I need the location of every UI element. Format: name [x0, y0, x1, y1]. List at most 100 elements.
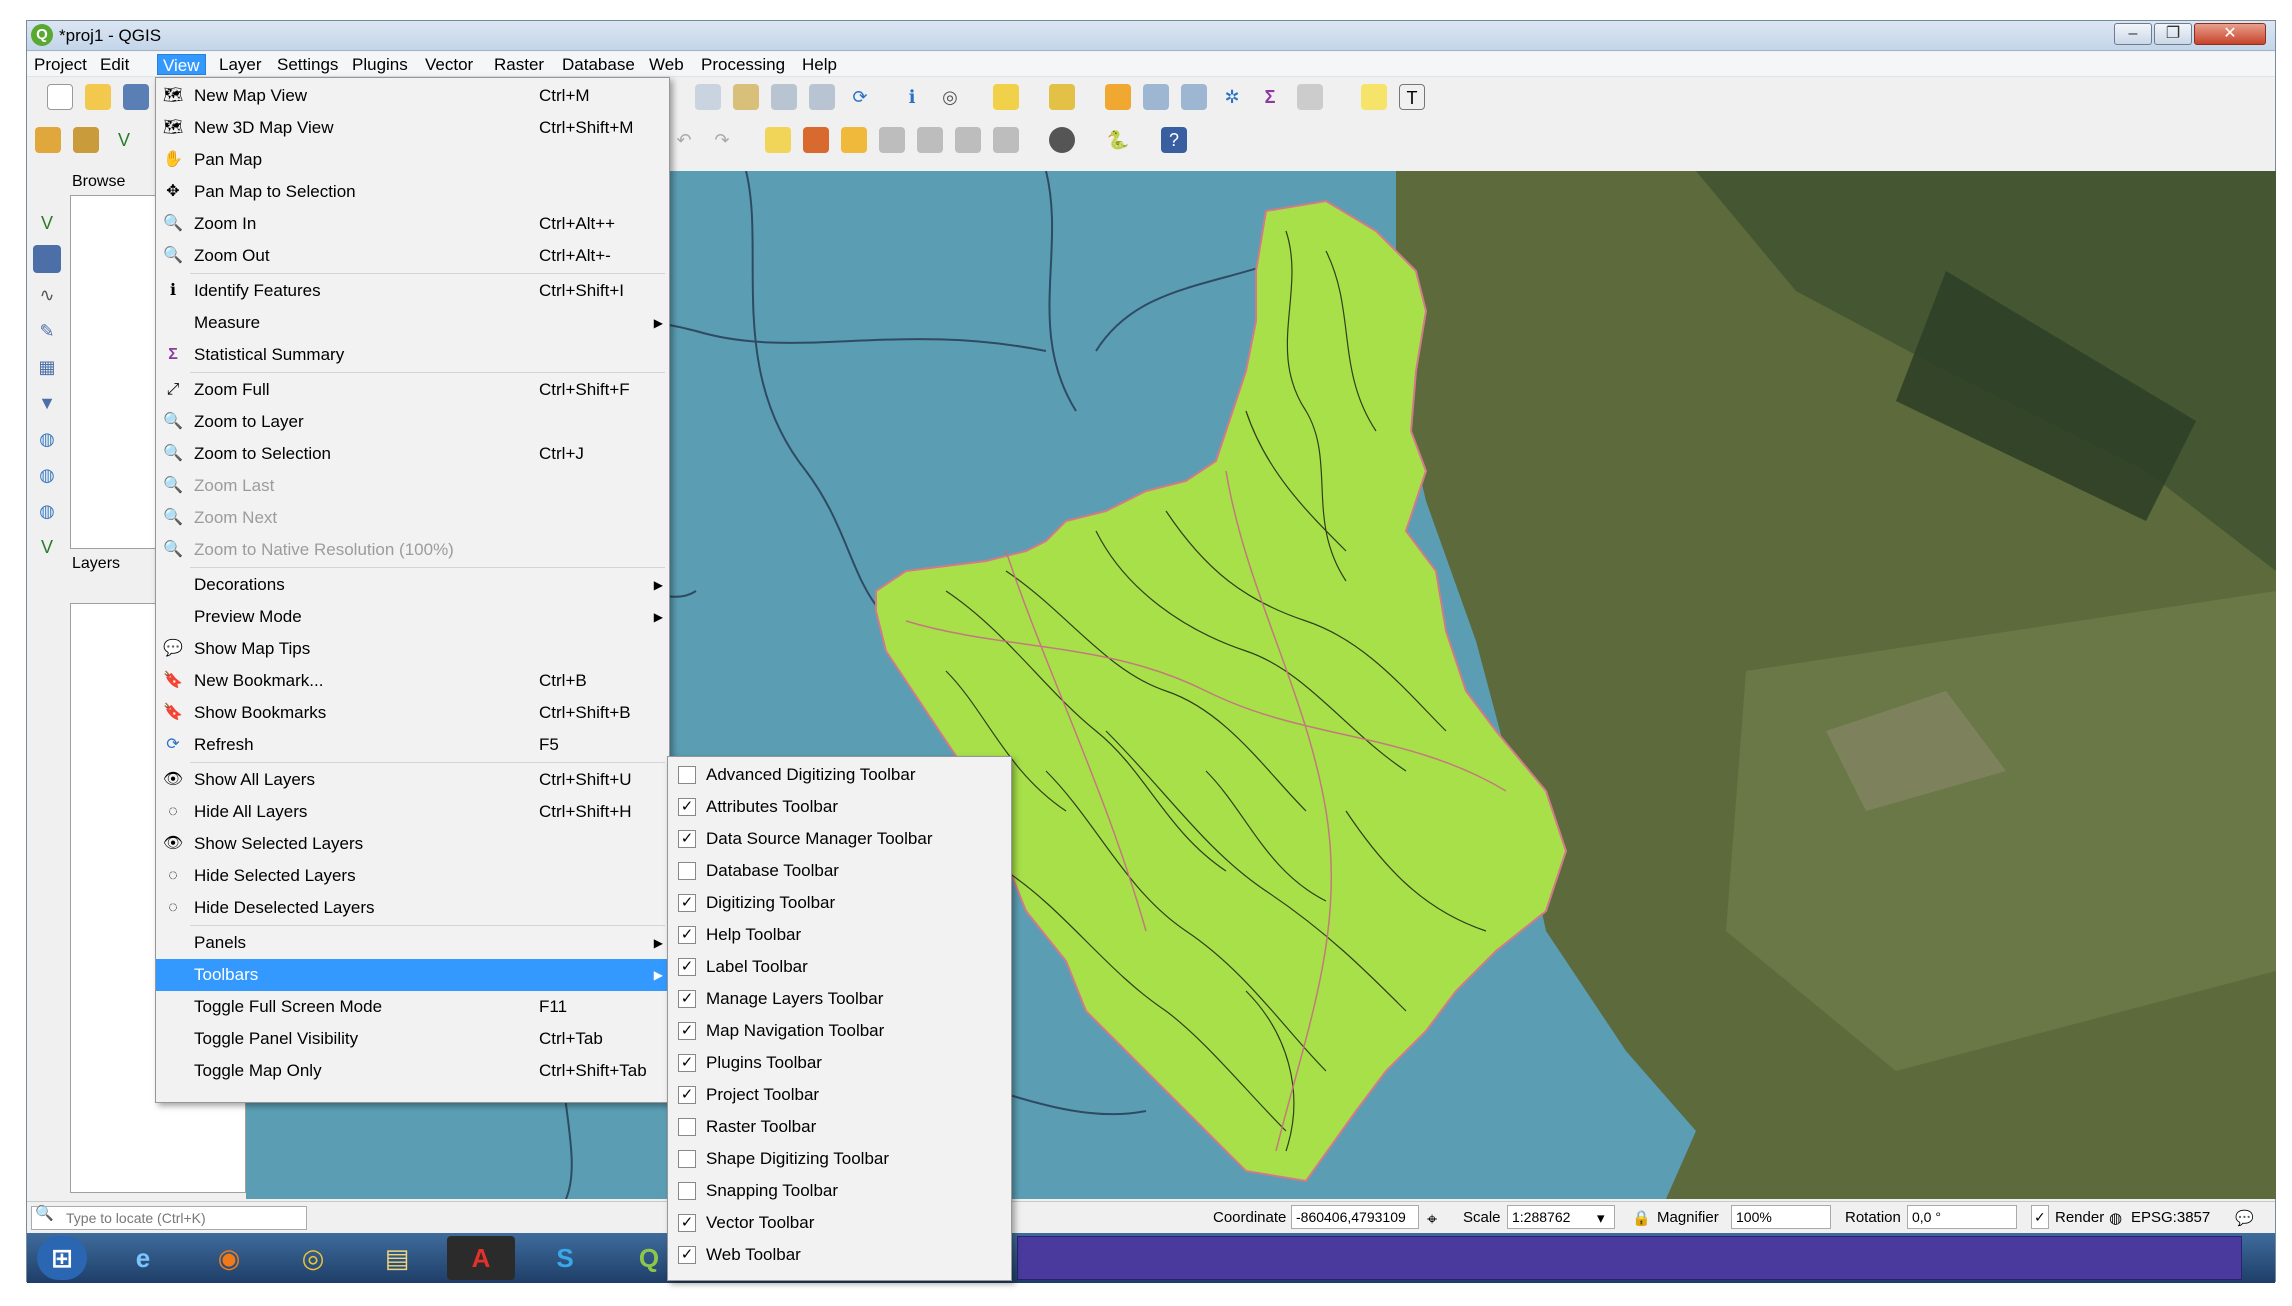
checkbox[interactable]: ✓ — [678, 958, 696, 976]
chrome-icon[interactable]: ◎ — [279, 1236, 347, 1280]
add-spatialite-icon[interactable]: ▦ — [33, 353, 61, 381]
menu-item-zoom-out[interactable]: 🔍 Zoom Out Ctrl+Alt+- — [156, 240, 669, 272]
checkbox[interactable]: ✓ — [678, 990, 696, 1008]
menu-vector[interactable]: Vector — [420, 54, 478, 75]
locate-input[interactable]: Type to locate (Ctrl+K) — [31, 1206, 307, 1230]
python-icon[interactable]: 🐍 — [1105, 127, 1131, 153]
menu-item-zoom-to-layer[interactable]: 🔍 Zoom to Layer — [156, 406, 669, 438]
menu-item-pan-map[interactable]: ✋ Pan Map — [156, 144, 669, 176]
new-project-icon[interactable] — [47, 84, 73, 110]
menu-item-toggle-map-only[interactable]: Toggle Map Only Ctrl+Shift+Tab — [156, 1055, 669, 1087]
menu-item-new-map-view[interactable]: 🗺 New Map View Ctrl+M — [156, 80, 669, 112]
coordinate-field[interactable]: -860406,4793109 — [1291, 1205, 1419, 1229]
menu-item-show-all-layers[interactable]: 👁 Show All Layers Ctrl+Shift+U — [156, 764, 669, 796]
menu-item-toggle-panel-visibility[interactable]: Toggle Panel Visibility Ctrl+Tab — [156, 1023, 669, 1055]
add-vector-layer-icon[interactable]: V — [33, 209, 61, 237]
menu-project[interactable]: Project — [29, 54, 92, 75]
menu-item-zoom-in[interactable]: 🔍 Zoom In Ctrl+Alt++ — [156, 208, 669, 240]
redo-icon[interactable]: ↷ — [709, 127, 735, 153]
maximize-button[interactable]: ❐ — [2154, 23, 2192, 45]
coordinate-toggle-icon[interactable]: ⌖ — [1427, 1209, 1437, 1230]
toolbar-toggle-label[interactable]: ✓ Label Toolbar — [668, 951, 1011, 983]
crs-label[interactable]: EPSG:3857 — [2131, 1209, 2210, 1226]
menu-item-toggle-full-screen[interactable]: Toggle Full Screen Mode F11 — [156, 991, 669, 1023]
map-tips-toolbar-icon[interactable] — [1361, 84, 1387, 110]
checkbox[interactable]: ✓ — [678, 926, 696, 944]
magnifier-spinbox[interactable]: 100% — [1731, 1205, 1831, 1229]
highlight-label-icon[interactable] — [841, 127, 867, 153]
toolbox-icon[interactable] — [1181, 84, 1207, 110]
minimize-button[interactable]: ‒ — [2114, 23, 2152, 45]
menu-item-statistical-summary[interactable]: Σ Statistical Summary — [156, 339, 669, 371]
menu-view[interactable]: View — [157, 54, 206, 75]
add-delimited-text-icon[interactable]: ✎ — [33, 317, 61, 345]
menu-item-new-bookmark[interactable]: 🔖 New Bookmark... Ctrl+B — [156, 665, 669, 697]
menu-item-hide-all-layers[interactable]: ◌ Hide All Layers Ctrl+Shift+H — [156, 796, 669, 828]
deselect-icon[interactable] — [1049, 84, 1075, 110]
data-source-manager-icon[interactable] — [35, 127, 61, 153]
menu-item-show-bookmarks[interactable]: 🔖 Show Bookmarks Ctrl+Shift+B — [156, 697, 669, 729]
checkbox[interactable] — [678, 1150, 696, 1168]
show-label-icon[interactable] — [917, 127, 943, 153]
checkbox[interactable]: ✓ — [678, 1022, 696, 1040]
toolbar-toggle-plugins[interactable]: ✓ Plugins Toolbar — [668, 1047, 1011, 1079]
menu-item-measure[interactable]: Measure ▶ — [156, 307, 669, 339]
toolbar-toggle-vector[interactable]: ✓ Vector Toolbar — [668, 1207, 1011, 1239]
checkbox[interactable] — [678, 1118, 696, 1136]
menu-item-new-3d-map-view[interactable]: 🗺 New 3D Map View Ctrl+Shift+M — [156, 112, 669, 144]
menu-item-refresh[interactable]: ⟳ Refresh F5 — [156, 729, 669, 761]
add-postgis-icon[interactable]: ▼ — [33, 389, 61, 417]
crs-globe-icon[interactable]: ◍ — [2109, 1209, 2122, 1227]
menu-settings[interactable]: Settings — [272, 54, 343, 75]
zoom-last-toolbar-icon[interactable] — [771, 84, 797, 110]
chevron-down-icon[interactable]: ▾ — [1597, 1209, 1605, 1227]
toolbar-toggle-help[interactable]: ✓ Help Toolbar — [668, 919, 1011, 951]
refresh-toolbar-icon[interactable]: ⟳ — [847, 84, 873, 110]
toolbar-toggle-database[interactable]: Database Toolbar — [668, 855, 1011, 887]
gear-icon[interactable]: ✲ — [1219, 84, 1245, 110]
menu-item-show-selected-layers[interactable]: 👁 Show Selected Layers — [156, 828, 669, 860]
toolbar-toggle-snapping[interactable]: Snapping Toolbar — [668, 1175, 1011, 1207]
field-calculator-icon[interactable] — [1143, 84, 1169, 110]
menu-item-identify-features[interactable]: ℹ Identify Features Ctrl+Shift+I — [156, 275, 669, 307]
toolbar-toggle-data-source-manager[interactable]: ✓ Data Source Manager Toolbar — [668, 823, 1011, 855]
toolbar-toggle-project[interactable]: ✓ Project Toolbar — [668, 1079, 1011, 1111]
menu-web[interactable]: Web — [644, 54, 689, 75]
move-label-icon[interactable] — [955, 127, 981, 153]
checkbox[interactable]: ✓ — [678, 894, 696, 912]
toolbar-toggle-advanced-digitizing[interactable]: Advanced Digitizing Toolbar — [668, 759, 1011, 791]
start-button-icon[interactable]: ⊞ — [37, 1236, 87, 1280]
menu-item-preview-mode[interactable]: Preview Mode ▶ — [156, 601, 669, 633]
sigma-toolbar-icon[interactable]: Σ — [1257, 84, 1283, 110]
add-virtual-layer-icon[interactable]: V — [33, 533, 61, 561]
pin-label-icon[interactable] — [879, 127, 905, 153]
menu-plugins[interactable]: Plugins — [347, 54, 413, 75]
add-vector-icon[interactable] — [73, 127, 99, 153]
save-project-icon[interactable] — [123, 84, 149, 110]
menu-item-toolbars[interactable]: Toolbars ▶ — [156, 959, 669, 991]
menu-item-hide-deselected-layers[interactable]: ◌ Hide Deselected Layers — [156, 892, 669, 924]
checkbox[interactable]: ✓ — [678, 798, 696, 816]
firefox-icon[interactable]: ◉ — [195, 1236, 263, 1280]
checkbox[interactable] — [678, 766, 696, 784]
measure-toolbar-icon[interactable] — [1297, 84, 1323, 110]
menu-edit[interactable]: Edit — [95, 54, 134, 75]
toolbar-toggle-attributes[interactable]: ✓ Attributes Toolbar — [668, 791, 1011, 823]
checkbox[interactable]: ✓ — [678, 830, 696, 848]
file-explorer-icon[interactable]: ▤ — [363, 1236, 431, 1280]
menu-item-panels[interactable]: Panels ▶ — [156, 927, 669, 959]
lock-icon[interactable]: 🔒 — [1632, 1209, 1651, 1227]
diagram-tool-icon[interactable] — [803, 127, 829, 153]
menu-layer[interactable]: Layer — [214, 54, 267, 75]
zoom-next-toolbar-icon[interactable] — [809, 84, 835, 110]
menu-item-zoom-full[interactable]: ⤢ Zoom Full Ctrl+Shift+F — [156, 374, 669, 406]
messages-icon[interactable]: 💬 — [2235, 1209, 2254, 1227]
menu-item-zoom-to-selection[interactable]: 🔍 Zoom to Selection Ctrl+J — [156, 438, 669, 470]
zoom-selection-toolbar-icon[interactable] — [733, 84, 759, 110]
menu-item-show-map-tips[interactable]: 💬 Show Map Tips — [156, 633, 669, 665]
select-features-icon[interactable] — [993, 84, 1019, 110]
menu-processing[interactable]: Processing — [696, 54, 790, 75]
add-wfs-icon[interactable]: ◍ — [33, 497, 61, 525]
toolbar-toggle-map-navigation[interactable]: ✓ Map Navigation Toolbar — [668, 1015, 1011, 1047]
rotate-label-icon[interactable] — [993, 127, 1019, 153]
